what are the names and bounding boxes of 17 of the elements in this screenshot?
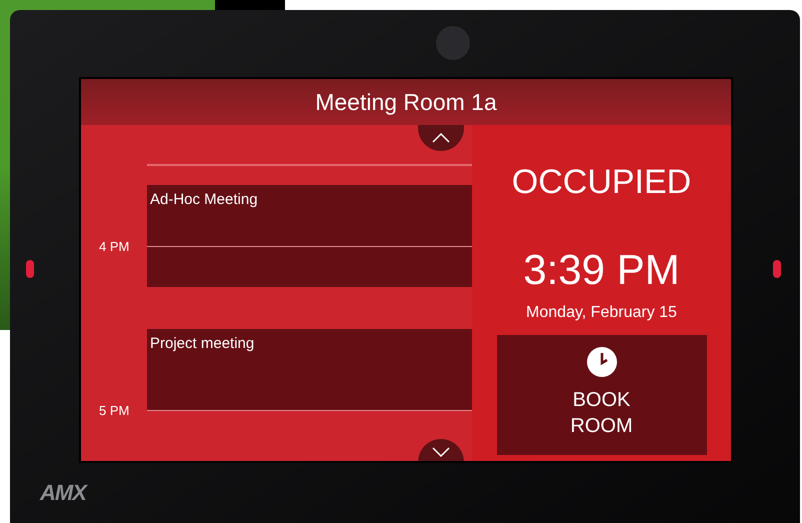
- chevron-up-icon: [432, 133, 450, 143]
- current-time: 3:39 PM: [523, 249, 680, 291]
- event-title: Project meeting: [150, 334, 256, 354]
- clock-icon: [586, 347, 616, 377]
- hour-label: 4 PM: [99, 240, 130, 253]
- event-block[interactable]: Ad-Hoc Meeting: [147, 185, 472, 287]
- device-logo: AMX: [40, 482, 86, 504]
- chevron-down-icon: [432, 447, 450, 457]
- event-block[interactable]: Project meeting: [147, 329, 472, 410]
- current-date: Monday, February 15: [526, 303, 677, 323]
- led-light-icon: [773, 260, 781, 278]
- event-title: Ad-Hoc Meeting: [150, 190, 259, 210]
- book-room-button[interactable]: BOOK ROOM: [496, 335, 706, 455]
- led-light-icon: [26, 260, 34, 278]
- room-status: OCCUPIED: [512, 165, 692, 199]
- hour-label: 5 PM: [99, 404, 130, 417]
- room-title: Meeting Room 1a: [315, 88, 497, 117]
